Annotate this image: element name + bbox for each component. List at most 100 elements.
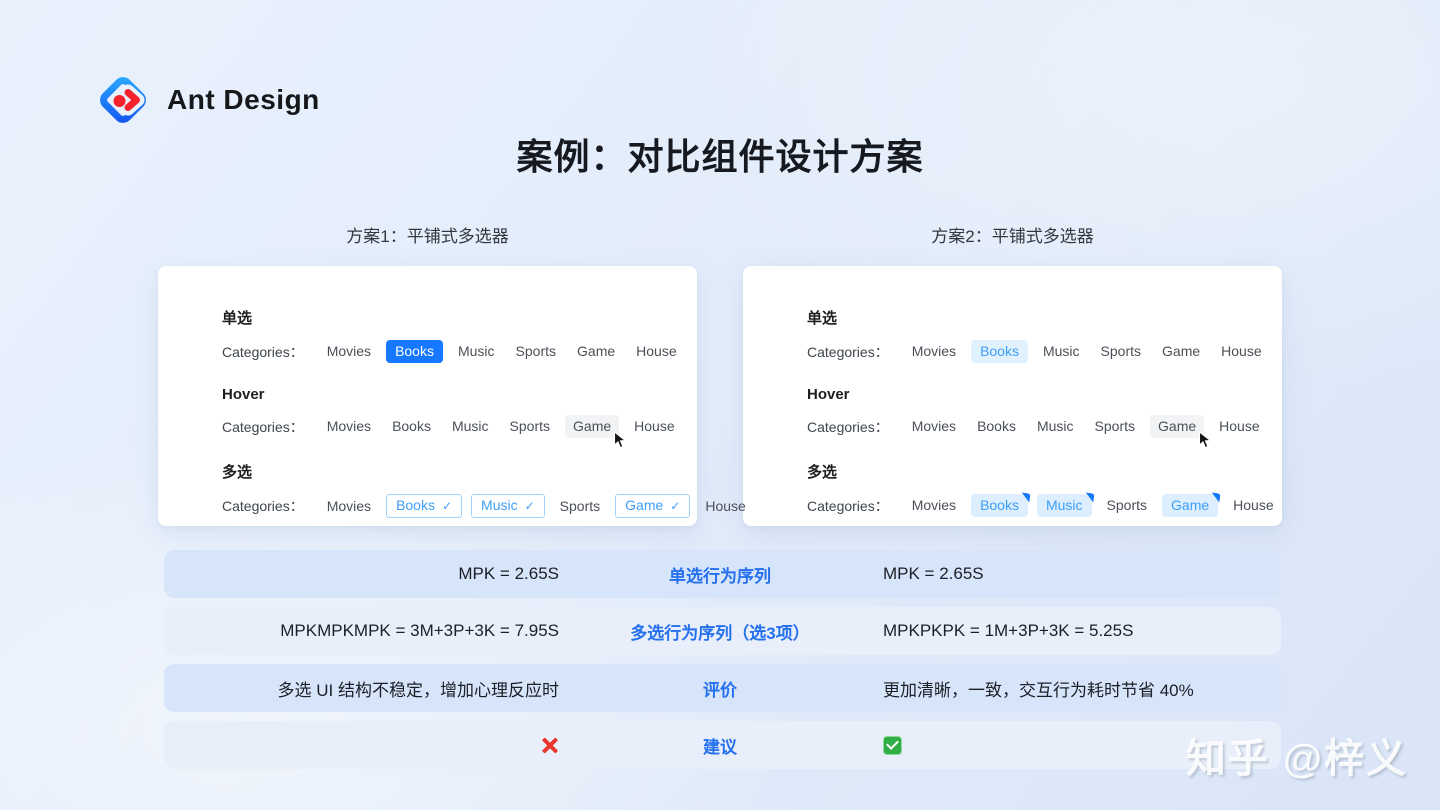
chip-label: Books bbox=[977, 418, 1016, 434]
category-chip-game[interactable]: Game bbox=[1162, 494, 1218, 517]
category-chip-music[interactable]: Music bbox=[1031, 415, 1080, 438]
watermark: 知乎 @梓义 bbox=[1186, 726, 1408, 784]
demo-section: 多选Categories：MoviesBooksMusicSportsGameH… bbox=[807, 461, 1252, 517]
category-chip-books[interactable]: Books bbox=[971, 494, 1028, 517]
mouse-cursor-icon bbox=[613, 431, 628, 449]
panel-subtitle: 方案2：平铺式多选器 bbox=[743, 222, 1282, 247]
chip-label: Music bbox=[452, 418, 489, 434]
category-chip-row: Categories：MoviesBooks✓Music✓SportsGame✓… bbox=[222, 494, 667, 518]
categories-label: Categories： bbox=[222, 342, 304, 362]
section-label: 多选 bbox=[807, 461, 1252, 482]
panels: 方案1：平铺式多选器单选 Categories： Movies Books Music S… bbox=[158, 222, 1282, 526]
chip-label: Movies bbox=[327, 498, 371, 514]
category-chip-game[interactable]: Game bbox=[1150, 415, 1204, 438]
category-chip-house[interactable]: House bbox=[1213, 415, 1265, 438]
plan2-cell: MPKPKPK = 1M+3P+3K = 5.25S bbox=[881, 621, 1281, 641]
category-chip-game[interactable]: Game bbox=[565, 415, 619, 438]
category-chip-books[interactable]: Books bbox=[971, 340, 1028, 363]
categories-label: Categories： bbox=[222, 417, 304, 437]
category-chip-movies[interactable]: Movies bbox=[906, 340, 962, 363]
category-chip-house[interactable]: House bbox=[628, 415, 680, 438]
section-label: 多选 bbox=[222, 461, 667, 482]
category-chip-music[interactable]: Music bbox=[1037, 494, 1092, 517]
category-chip-music[interactable]: Music bbox=[1037, 340, 1086, 363]
chip-label: Sports bbox=[560, 498, 600, 514]
category-chip-row: Categories：MoviesBooksMusicSportsGameHou… bbox=[222, 415, 667, 438]
table-row-4: 建议 bbox=[164, 721, 1281, 769]
table-row-3: 多选 UI 结构不稳定，增加心理反应时评价更加清晰，一致，交互行为耗时节省 40… bbox=[164, 664, 1281, 712]
chip-label: House bbox=[634, 418, 674, 434]
section-label: Hover bbox=[222, 386, 667, 403]
chip-label: Music bbox=[1037, 418, 1074, 434]
chip-label: Books bbox=[396, 497, 435, 513]
panel-subtitle: 方案1：平铺式多选器 bbox=[158, 222, 697, 247]
chip-label: Music bbox=[458, 343, 495, 359]
checkmark-glyph: ✓ bbox=[670, 499, 680, 513]
mouse-cursor-icon bbox=[1198, 431, 1213, 449]
category-chip-row: Categories：MoviesBooksMusicSportsGameHou… bbox=[222, 340, 667, 363]
category-chip-house[interactable]: House bbox=[630, 340, 682, 363]
page-title: 案例：对比组件设计方案 bbox=[0, 128, 1440, 180]
category-chip-movies[interactable]: Movies bbox=[321, 495, 377, 518]
category-chip-movies[interactable]: Movies bbox=[906, 415, 962, 438]
chip-label: Movies bbox=[912, 418, 956, 434]
checkmark-glyph: ✓ bbox=[442, 499, 452, 513]
demo-section: 单选Categories：MoviesBooksMusicSportsGameH… bbox=[222, 307, 667, 363]
categories-label: Categories： bbox=[807, 342, 889, 362]
category-chip-house[interactable]: House bbox=[1227, 494, 1279, 517]
plan1-cell bbox=[164, 735, 559, 755]
chip-label: Books bbox=[980, 343, 1019, 359]
category-chip-sports[interactable]: Sports bbox=[1101, 494, 1153, 517]
plan2-cell: MPK = 2.65S bbox=[881, 564, 1281, 584]
categories-label: Categories： bbox=[807, 496, 889, 516]
section-label: 单选 bbox=[807, 307, 1252, 328]
demo-section: 单选Categories：MoviesBooksMusicSportsGameH… bbox=[807, 307, 1252, 363]
ant-design-logo: Ant Design bbox=[97, 74, 320, 126]
table-row-1: MPK = 2.65S单选行为序列MPK = 2.65S bbox=[164, 550, 1281, 598]
chip-label: Game bbox=[1171, 497, 1209, 513]
category-chip-books[interactable]: Books bbox=[386, 340, 443, 363]
category-chip-movies[interactable]: Movies bbox=[321, 340, 377, 363]
category-chip-books[interactable]: Books bbox=[386, 415, 437, 438]
logo-text: Ant Design bbox=[167, 84, 320, 116]
checkmark-glyph: ✓ bbox=[525, 499, 535, 513]
plan1-cell: MPKMPKMPK = 3M+3P+3K = 7.95S bbox=[164, 621, 559, 641]
category-chip-game[interactable]: Game bbox=[1156, 340, 1206, 363]
chip-label: Music bbox=[481, 497, 518, 513]
categories-label: Categories： bbox=[222, 496, 304, 516]
categories-label: Categories： bbox=[807, 417, 889, 437]
category-chip-sports[interactable]: Sports bbox=[1089, 415, 1141, 438]
chip-label: Movies bbox=[912, 343, 956, 359]
selector-demo-card: 单选 Categories： Movies Books Music Sports Game H… bbox=[743, 266, 1282, 526]
chip-label: House bbox=[1233, 497, 1273, 513]
category-chip-music[interactable]: Music ✓ bbox=[471, 494, 545, 518]
category-chip-books[interactable]: Books ✓ bbox=[386, 494, 462, 518]
section-label: Hover bbox=[807, 386, 1252, 403]
plan1-cell: MPK = 2.65S bbox=[164, 564, 559, 584]
category-chip-books[interactable]: Books bbox=[971, 415, 1022, 438]
chip-label: Game bbox=[1162, 343, 1200, 359]
category-chip-game[interactable]: Game bbox=[571, 340, 621, 363]
category-chip-house[interactable]: House bbox=[699, 495, 751, 518]
category-chip-sports[interactable]: Sports bbox=[504, 415, 556, 438]
category-chip-row: Categories：MoviesBooksMusicSportsGameHou… bbox=[807, 494, 1252, 517]
category-chip-movies[interactable]: Movies bbox=[321, 415, 377, 438]
chip-label: Game bbox=[1158, 418, 1196, 434]
category-chip-sports[interactable]: Sports bbox=[554, 495, 606, 518]
category-chip-music[interactable]: Music bbox=[452, 340, 501, 363]
category-chip-house[interactable]: House bbox=[1215, 340, 1267, 363]
category-chip-game[interactable]: Game ✓ bbox=[615, 494, 690, 518]
panel-2: 方案2：平铺式多选器单选 Categories： Movies Books Music S… bbox=[743, 222, 1282, 526]
chip-label: Sports bbox=[1101, 343, 1141, 359]
chip-label: Game bbox=[625, 497, 663, 513]
cross-mark-icon bbox=[539, 735, 559, 755]
chip-label: House bbox=[1219, 418, 1259, 434]
criterion-cell: 多选行为序列（选3项） bbox=[559, 619, 881, 644]
category-chip-sports[interactable]: Sports bbox=[510, 340, 562, 363]
category-chip-movies[interactable]: Movies bbox=[906, 494, 962, 517]
category-chip-sports[interactable]: Sports bbox=[1095, 340, 1147, 363]
chip-label: Game bbox=[577, 343, 615, 359]
ant-design-logo-icon bbox=[97, 74, 149, 126]
category-chip-music[interactable]: Music bbox=[446, 415, 495, 438]
chip-label: House bbox=[1221, 343, 1261, 359]
